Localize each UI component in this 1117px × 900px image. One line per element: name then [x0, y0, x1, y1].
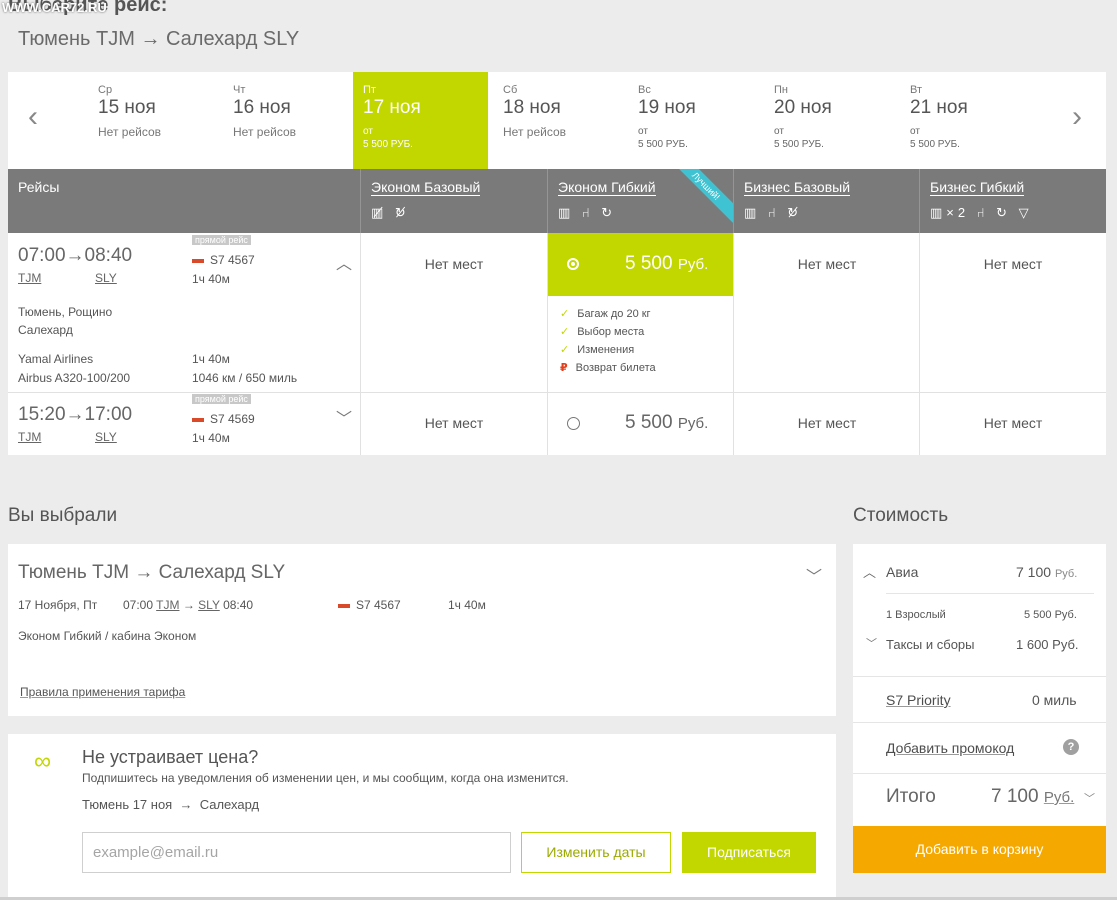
fare-icons: ▥̸ ↻̸: [371, 205, 410, 220]
flight-1-airline: Yamal Airlines: [18, 352, 94, 366]
selected-flight-number: S7 4567: [338, 598, 401, 612]
chevron-up-icon[interactable]: ︿: [336, 250, 352, 274]
flight-2-from-code[interactable]: TJM: [18, 430, 41, 444]
subscribe-title: Не устраивает цена?: [82, 747, 259, 767]
chevron-up-icon[interactable]: ︿: [863, 562, 876, 581]
taxes-label: Таксы и сборы: [886, 637, 975, 652]
subscribe-route: Тюмень 17 ноя → Салехард: [82, 797, 260, 812]
fare-header-business-basic[interactable]: Бизнес Базовый ▥ ⑁ ↻̸: [734, 169, 920, 233]
date-cell-19[interactable]: Вс 19 ноя от 5 500 РУБ.: [628, 72, 763, 169]
flight-1-distance: 1046 км / 650 миль: [192, 371, 298, 385]
flight-1-duration-detail: 1ч 40м: [192, 352, 230, 366]
selected-date: 17 Ноября, Пт: [18, 598, 98, 612]
check-icon: ✓: [560, 326, 570, 338]
no-seats: Нет мест: [424, 256, 484, 272]
taxes-value: 1 600 Руб.: [1016, 637, 1079, 652]
no-seats: Нет мест: [983, 256, 1043, 272]
fare-features: ✓ Багаж до 20 кг ✓ Выбор места ✓ Изменения …: [560, 308, 656, 374]
total-label: Итого: [886, 786, 936, 807]
flight-1-from-airport: Тюмень, Рощино: [18, 305, 113, 319]
check-icon: ✓: [560, 308, 570, 320]
cost-title: Стоимость: [853, 505, 949, 526]
chevron-down-icon[interactable]: ﹀: [336, 405, 352, 429]
adult-value: 5 500 Руб.: [1024, 609, 1077, 621]
date-cell-20[interactable]: Пн 20 ноя от 5 500 РУБ.: [764, 72, 899, 169]
fare-header-business-flex[interactable]: Бизнес Гибкий ▥×2 ⑁ ↻ ▽: [920, 169, 1106, 233]
price-cell[interactable]: 5 500 Руб.: [625, 412, 708, 434]
selected-times: 07:00 TJM → SLY 08:40: [123, 598, 254, 612]
add-to-cart-button[interactable]: Добавить в корзину: [853, 826, 1106, 873]
no-seats: Нет мест: [424, 415, 484, 431]
direct-badge: прямой рейс: [192, 235, 251, 245]
radio-selected[interactable]: [567, 258, 579, 270]
radio-unselected[interactable]: [567, 417, 580, 430]
total-value: 7 100 Руб.: [991, 786, 1075, 807]
flight-2-times: 15:20→17:00: [18, 404, 133, 425]
flight-1-times: 07:00→08:40: [18, 245, 133, 266]
airline-logo-icon: [192, 258, 204, 263]
help-icon[interactable]: ?: [1063, 739, 1079, 755]
email-input[interactable]: [82, 832, 511, 873]
tariff-rules-link[interactable]: Правила применения тарифа: [20, 685, 185, 699]
fare-icons: ▥ ⑁ ↻: [558, 205, 617, 220]
chevron-down-icon[interactable]: ﹀: [866, 635, 877, 651]
ruble-icon: ₽: [560, 362, 568, 374]
watermark: WWW.CAR72.RU: [2, 0, 107, 15]
date-cell-16[interactable]: Чт 16 ноя Нет рейсов: [223, 72, 358, 169]
no-seats: Нет мест: [983, 415, 1043, 431]
promo-code-link[interactable]: Добавить промокод: [886, 740, 1014, 756]
priority-value: 0 миль: [1032, 692, 1077, 708]
price-cell-selected[interactable]: 5 500 Руб.: [548, 233, 733, 296]
route-title: Тюмень TJM → Салехард SLY: [18, 28, 300, 50]
binoculars-icon: ∞: [34, 748, 52, 775]
selected-route: Тюмень TJM → Салехард SLY: [18, 562, 286, 583]
date-cell-21[interactable]: Вт 21 ноя от 5 500 РУБ.: [900, 72, 1035, 169]
selected-duration: 1ч 40м: [448, 598, 486, 612]
flight-1-to-code[interactable]: SLY: [95, 271, 117, 285]
flight-1-duration: 1ч 40м: [192, 272, 230, 286]
prev-dates-icon[interactable]: ‹: [28, 102, 38, 132]
date-strip: ‹ Ср 15 ноя Нет рейсов Чт 16 ноя Нет рей…: [8, 72, 1106, 169]
adult-label: 1 Взрослый: [886, 609, 946, 621]
flight-1-aircraft: Airbus A320-100/200: [18, 371, 131, 385]
selected-fare: Эконом Гибкий / кабина Эконом: [18, 629, 197, 643]
subscribe-button[interactable]: Подписаться: [682, 832, 816, 873]
airline-logo-icon: [338, 603, 350, 608]
chevron-down-icon[interactable]: ﹀: [806, 563, 822, 587]
airline-logo-icon: [192, 417, 204, 422]
flight-2-duration: 1ч 40м: [192, 431, 230, 445]
flight-2-number: S7 4569: [192, 412, 255, 426]
s7-priority-link[interactable]: S7 Priority: [886, 692, 951, 708]
check-icon: ✓: [560, 344, 570, 356]
flight-1-to-airport: Салехард: [18, 323, 73, 337]
date-cell-18[interactable]: Сб 18 ноя Нет рейсов: [493, 72, 628, 169]
flight-1-number: S7 4567: [192, 253, 255, 267]
selected-title: Вы выбрали: [8, 505, 118, 526]
subscribe-text: Подпишитесь на уведомления об изменении …: [82, 771, 569, 785]
next-dates-icon[interactable]: ›: [1072, 102, 1082, 132]
no-seats: Нет мест: [797, 415, 857, 431]
cost-card: [853, 544, 1106, 826]
fare-icons: ▥ ⑁ ↻̸: [744, 205, 803, 220]
avia-value: 7 100 Руб.: [1016, 564, 1078, 580]
date-cell-15[interactable]: Ср 15 ноя Нет рейсов: [88, 72, 223, 169]
flights-header: Рейсы: [8, 169, 361, 233]
flight-1-from-code[interactable]: TJM: [18, 271, 41, 285]
fare-icons: ▥×2 ⑁ ↻ ▽: [930, 205, 1033, 220]
fare-header-economy-flex[interactable]: Эконом Гибкий ▥ ⑁ ↻ Лучший!: [548, 169, 734, 233]
fare-header-economy-basic[interactable]: Эконом Базовый ▥̸ ↻̸: [361, 169, 548, 233]
avia-label: Авиа: [886, 564, 919, 580]
change-dates-button[interactable]: Изменить даты: [521, 832, 671, 873]
no-seats: Нет мест: [797, 256, 857, 272]
chevron-down-icon[interactable]: ﹀: [1084, 790, 1095, 806]
flight-2-to-code[interactable]: SLY: [95, 430, 117, 444]
direct-badge: прямой рейс: [192, 394, 251, 404]
date-cell-17-selected[interactable]: Пт 17 ноя от 5 500 РУБ.: [353, 72, 488, 169]
